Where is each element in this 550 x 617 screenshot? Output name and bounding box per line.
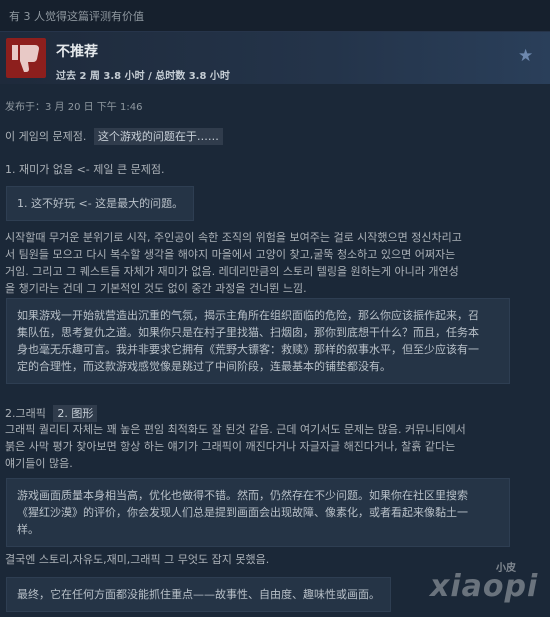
section2-body: 그래픽 퀄리티 자체는 꽤 높은 편임 최적화도 잘 된것 같음. 근데 여기서…: [5, 421, 466, 472]
conclusion-quote: 最终，它在任何方面都没能抓住重点——故事性、自由度、趣味性或画面。: [6, 577, 391, 612]
text-line: 시작할때 무거운 분위기로 시작, 주인공이 속한 조직의 위험을 보여주는 걸…: [5, 231, 462, 244]
section1-heading: 1. 재미가 없음 <- 제일 큰 문제점.: [5, 163, 165, 176]
section2-heading-korean: 2.그래픽: [5, 407, 46, 420]
section1-body: 시작할때 무거운 분위기로 시작, 주인공이 속한 조직의 위험을 보여주는 걸…: [5, 229, 462, 297]
review-header: 不推荐 过去 2 周 3.8 小时 / 总时数 3.8 小时 ★: [0, 32, 550, 84]
posted-date: 发布于：3 月 20 日 下午 1:46: [5, 102, 143, 113]
text-line: 《猩红沙漠》的评价，你会发现人们总是提到画面会出现故障、像素化，或者看起来像黏土…: [17, 506, 468, 519]
watermark-logo-text: xiaopi: [430, 569, 539, 604]
text-line: 서 팀원들 모으고 다시 복수할 생각을 해야지 마을에서 고양이 찾고,굴뚝 …: [5, 248, 456, 261]
intro-line: 이 게임의 문제점. 这个游戏的问题在于……: [5, 128, 223, 145]
text-line: 을 챙기라는 건데 그 기본적인 것도 없이 중간 과정을 건너뛴 느낌.: [5, 282, 307, 295]
helpful-count-bar: 有 3 人觉得这篇评测有价值: [0, 0, 550, 32]
section1-quote-text: 1. 这不好玩 <- 这是最大的问题。: [17, 197, 184, 210]
thumbs-down-icon: [6, 38, 46, 78]
text-line: 定的合理性，而这款游戏感觉像是跳过了中间阶段，连最基本的铺垫都没有。: [17, 360, 391, 373]
text-line: 얘기들이 많음.: [5, 457, 73, 470]
section1-translation-quote: 如果游戏一开始就营造出沉重的气氛，揭示主角所在组织面临的危险，那么你应该振作起来…: [6, 298, 510, 384]
text-line: 样。: [17, 523, 39, 536]
conclusion-korean: 결국엔 스토리,자유도,재미,그래픽 그 무엇도 잡지 못했음.: [5, 553, 270, 566]
section1-quote: 1. 这不好玩 <- 这是最大的问题。: [6, 186, 195, 221]
review-verdict: 不推荐: [56, 44, 98, 60]
text-line: 游戏画面质量本身相当高，优化也做得不错。然而，仍然存在不少问题。如果你在社区里搜…: [17, 489, 468, 502]
helpful-count-text: 有 3 人觉得这篇评测有价值: [9, 10, 144, 23]
text-line: 붉은 사막 평가 찾아보면 항상 하는 얘기가 그래픽이 깨진다거나 자글자글 …: [5, 440, 456, 453]
conclusion-translation: 最终，它在任何方面都没能抓住重点——故事性、自由度、趣味性或画面。: [17, 588, 380, 601]
section2-heading-translation: 2. 图形: [53, 405, 98, 422]
section2-heading: 2.그래픽 2. 图形: [5, 405, 98, 422]
section2-translation-quote: 游戏画面质量本身相当高，优化也做得不错。然而，仍然存在不少问题。如果你在社区里搜…: [6, 478, 510, 547]
text-line: 그래픽 퀄리티 자체는 꽤 높은 편임 최적화도 잘 된것 같음. 근데 여기서…: [5, 423, 466, 436]
intro-korean: 이 게임의 문제점.: [5, 130, 87, 143]
text-line: 集队伍，思考复仇之道。如果你只是在村子里找猫、扫烟囱，那你到底想干什么？而且，任…: [17, 326, 479, 339]
text-line: 거임. 그리고 그 퀘스트들 자체가 재미가 없음. 레데리만큼의 스토리 텔링…: [5, 265, 459, 278]
playtime-info: 过去 2 周 3.8 小时 / 总时数 3.8 小时: [56, 71, 230, 82]
intro-translation: 这个游戏的问题在于……: [93, 128, 223, 145]
site-watermark: 小皮 xiaopi: [426, 559, 546, 615]
text-line: 身也毫无乐趣可言。我并非要求它拥有《荒野大镖客：救赎》那样的叙事水平，但至少应该…: [17, 343, 479, 356]
text-line: 如果游戏一开始就营造出沉重的气氛，揭示主角所在组织面临的危险，那么你应该振作起来…: [17, 309, 479, 322]
star-icon[interactable]: ★: [518, 47, 536, 65]
